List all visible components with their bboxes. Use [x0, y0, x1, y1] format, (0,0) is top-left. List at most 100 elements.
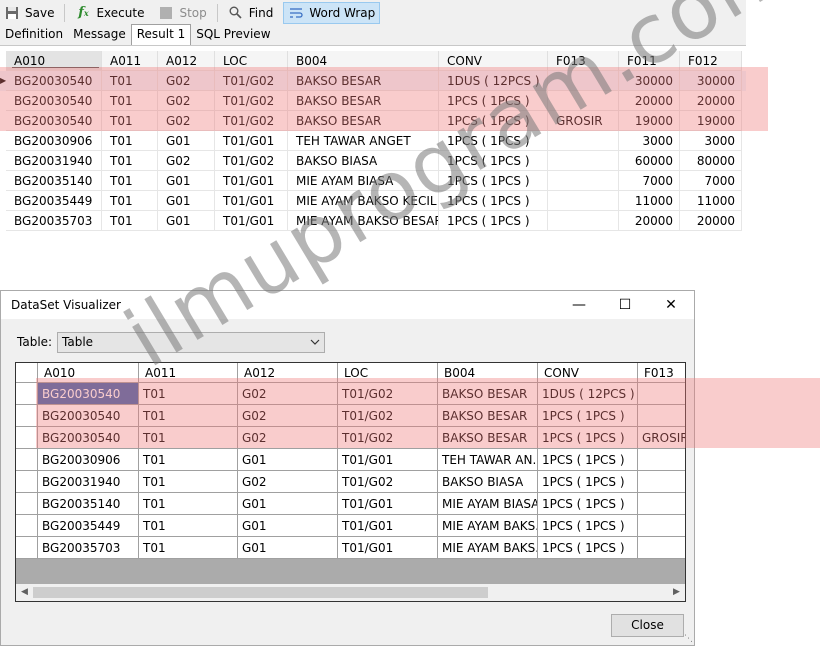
table-cell[interactable]: 1PCS ( 1PCS ) — [538, 471, 638, 493]
table-cell[interactable] — [638, 515, 685, 537]
table-cell[interactable]: G01 — [238, 449, 338, 471]
execute-button[interactable]: fx Execute — [71, 2, 148, 24]
table-cell[interactable]: T01/G01 — [338, 449, 438, 471]
table-cell[interactable]: BG20030906 — [38, 449, 139, 471]
table-cell[interactable] — [638, 493, 685, 515]
table-cell[interactable]: BG20030540 — [38, 427, 139, 449]
table-cell[interactable]: MIE AYAM BAKS... — [438, 515, 538, 537]
table-cell[interactable]: G01 — [158, 131, 215, 151]
table-cell[interactable]: G02 — [158, 151, 215, 171]
table-cell[interactable]: T01 — [102, 111, 158, 131]
table-cell[interactable]: 1PCS ( 1PCS ) — [439, 191, 548, 211]
table-row[interactable]: BG20035140 T01 G01 T01/G01 MIE AYAM BIASA 1PC… — [0, 171, 746, 191]
table-cell[interactable]: 19000 — [619, 111, 680, 131]
table-row[interactable]: BG20030906 T01 G01 T01/G01 TEH TAWAR AN... 1P… — [16, 449, 685, 471]
column-header[interactable]: A010 — [38, 363, 139, 383]
table-cell[interactable]: 20000 — [619, 91, 680, 111]
table-cell[interactable]: T01/G01 — [215, 131, 288, 151]
column-header[interactable]: B004 — [438, 363, 538, 383]
tab-sql-preview[interactable]: SQL Preview — [191, 25, 275, 45]
table-row[interactable]: BG20035703 T01 G01 T01/G01 MIE AYAM BAKSO BE… — [0, 211, 746, 231]
table-cell[interactable]: TEH TAWAR ANGET — [288, 131, 439, 151]
table-cell[interactable]: 1PCS ( 1PCS ) — [538, 515, 638, 537]
table-cell[interactable]: T01/G01 — [215, 191, 288, 211]
table-cell[interactable]: 20000 — [680, 91, 742, 111]
table-cell[interactable]: G01 — [238, 493, 338, 515]
table-cell[interactable]: BAKSO BESAR — [438, 383, 538, 405]
table-cell[interactable] — [638, 471, 685, 493]
table-cell[interactable]: T01 — [139, 471, 238, 493]
table-row[interactable]: BG20030540 T01 G02 T01/G02 BAKSO BESAR 1DUS (… — [16, 383, 685, 405]
table-cell[interactable]: G01 — [158, 211, 215, 231]
table-cell[interactable]: BG20035703 — [38, 537, 139, 559]
table-cell[interactable]: 1PCS ( 1PCS ) — [538, 427, 638, 449]
table-cell[interactable] — [548, 211, 619, 231]
column-header[interactable]: F013 — [548, 51, 619, 71]
table-row[interactable]: BG20035703 T01 G01 T01/G01 MIE AYAM BAKS... 1… — [16, 537, 685, 559]
table-cell[interactable]: G02 — [158, 71, 215, 91]
table-cell[interactable]: 1PCS ( 1PCS ) — [538, 449, 638, 471]
table-cell[interactable]: T01 — [139, 405, 238, 427]
scroll-right-icon[interactable]: ▶ — [668, 584, 685, 601]
row-header[interactable] — [16, 493, 38, 515]
table-cell[interactable]: 1PCS ( 1PCS ) — [439, 151, 548, 171]
table-cell[interactable] — [548, 151, 619, 171]
table-cell[interactable]: T01 — [102, 131, 158, 151]
row-header[interactable] — [16, 383, 38, 405]
word-wrap-button[interactable]: Word Wrap — [283, 1, 381, 24]
table-select[interactable]: Table — [57, 332, 325, 353]
row-header[interactable] — [16, 405, 38, 427]
table-cell[interactable]: T01 — [102, 71, 158, 91]
scrollbar-thumb[interactable] — [33, 587, 488, 598]
table-cell[interactable]: 1PCS ( 1PCS ) — [439, 171, 548, 191]
table-cell[interactable]: T01/G02 — [338, 471, 438, 493]
table-cell[interactable]: G02 — [238, 471, 338, 493]
table-cell[interactable]: BG20030540 — [6, 111, 102, 131]
table-cell[interactable]: G02 — [238, 405, 338, 427]
table-cell[interactable]: T01 — [102, 151, 158, 171]
row-header[interactable] — [16, 449, 38, 471]
column-header[interactable]: F011 — [619, 51, 680, 71]
table-cell[interactable]: BAKSO BESAR — [288, 111, 439, 131]
table-cell[interactable]: TEH TAWAR AN... — [438, 449, 538, 471]
scroll-left-icon[interactable]: ◀ — [16, 584, 33, 601]
table-row[interactable]: BG20035449 T01 G01 T01/G01 MIE AYAM BAKS... 1… — [16, 515, 685, 537]
table-cell[interactable]: 3000 — [619, 131, 680, 151]
table-row[interactable]: BG20030540 T01 G02 T01/G02 BAKSO BESAR 1PCS (… — [0, 91, 746, 111]
table-cell[interactable] — [548, 171, 619, 191]
table-cell[interactable]: T01/G02 — [215, 151, 288, 171]
table-cell[interactable]: BG20031940 — [38, 471, 139, 493]
column-header[interactable]: LOC — [215, 51, 288, 71]
table-cell[interactable]: T01 — [102, 171, 158, 191]
grid-corner[interactable] — [16, 363, 38, 383]
table-row[interactable]: BG20030540 T01 G02 T01/G02 BAKSO BESAR 1PCS (… — [0, 111, 746, 131]
table-cell[interactable]: T01/G02 — [215, 91, 288, 111]
table-cell[interactable]: BG20035140 — [6, 171, 102, 191]
table-cell[interactable]: T01 — [102, 191, 158, 211]
table-cell[interactable] — [638, 405, 685, 427]
table-cell[interactable]: G01 — [238, 537, 338, 559]
table-cell[interactable]: BG20030540 — [38, 405, 139, 427]
table-cell[interactable]: 11000 — [619, 191, 680, 211]
row-header[interactable] — [16, 537, 38, 559]
table-cell[interactable]: BG20030906 — [6, 131, 102, 151]
table-cell[interactable]: G01 — [238, 515, 338, 537]
column-header[interactable]: CONV — [439, 51, 548, 71]
minimize-button[interactable]: — — [556, 291, 602, 319]
table-cell[interactable]: 19000 — [680, 111, 742, 131]
table-cell[interactable]: 3000 — [680, 131, 742, 151]
table-cell[interactable]: MIE AYAM BAKSO BESAR — [288, 211, 439, 231]
table-cell[interactable]: BAKSO BESAR — [438, 405, 538, 427]
table-cell[interactable] — [638, 449, 685, 471]
table-cell[interactable]: 7000 — [619, 171, 680, 191]
table-cell[interactable]: T01 — [102, 211, 158, 231]
table-cell[interactable]: G02 — [158, 91, 215, 111]
table-cell[interactable]: 1DUS ( 12PCS ) — [439, 71, 548, 91]
table-cell[interactable]: T01 — [139, 449, 238, 471]
column-header[interactable]: LOC — [338, 363, 438, 383]
table-cell[interactable]: BAKSO BESAR — [288, 71, 439, 91]
table-cell[interactable]: MIE AYAM BAKSO KECIL — [288, 191, 439, 211]
table-cell[interactable]: T01/G02 — [215, 111, 288, 131]
table-cell[interactable]: 7000 — [680, 171, 742, 191]
column-header[interactable]: A011 — [102, 51, 158, 71]
